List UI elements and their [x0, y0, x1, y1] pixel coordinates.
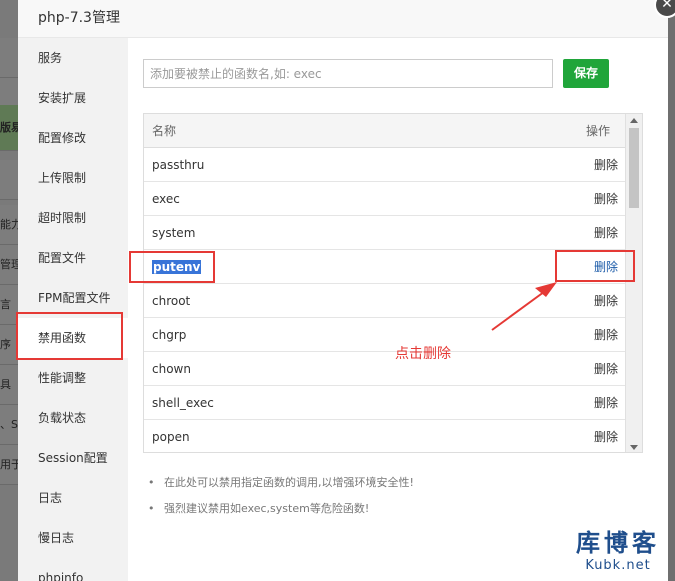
watermark-title: 库博客 [576, 529, 660, 557]
watermark-logo: 库博客 Kubk.net [568, 528, 668, 578]
arrow-head [535, 282, 557, 297]
arrow-line [491, 288, 549, 331]
annotation-arrow [491, 282, 557, 331]
watermark-sub: Kubk.net [585, 558, 651, 573]
